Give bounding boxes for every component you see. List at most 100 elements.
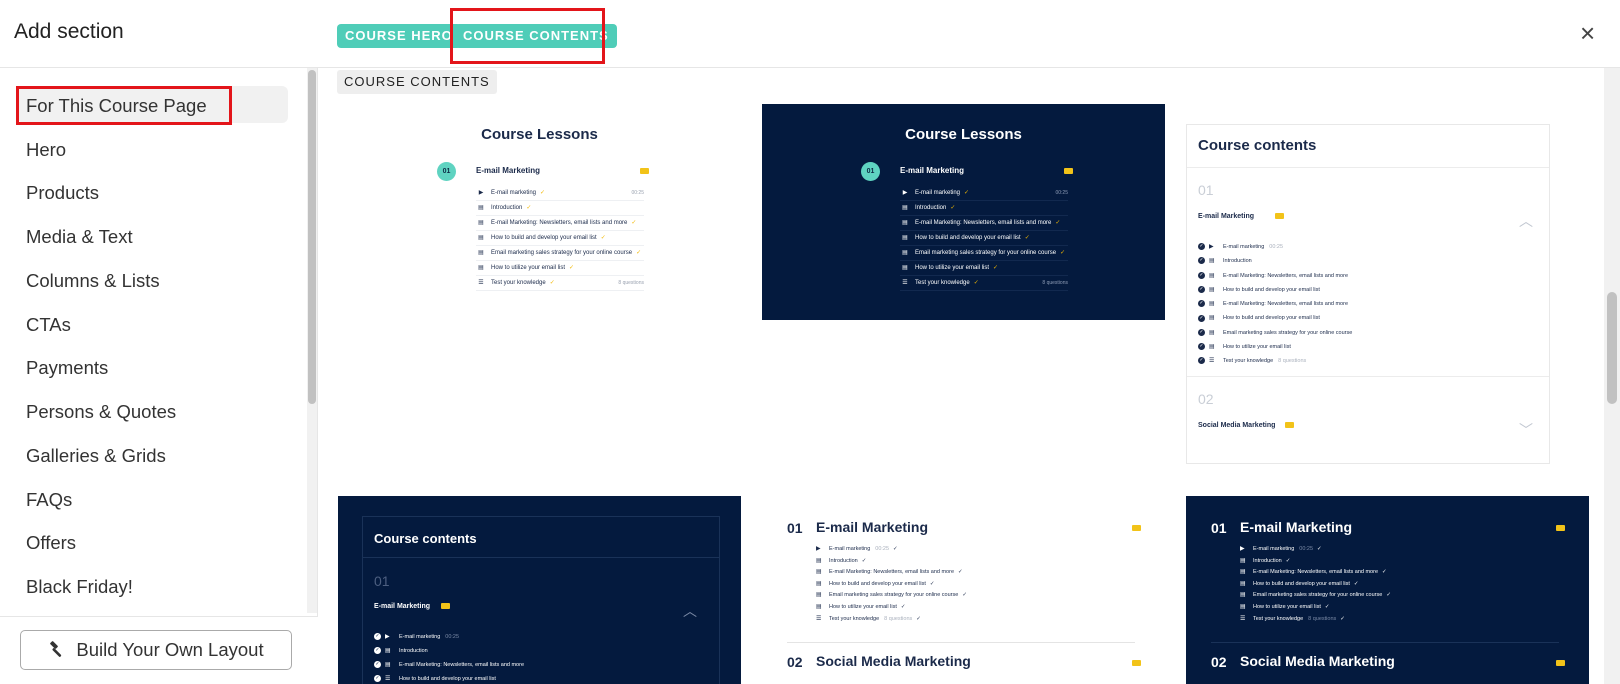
main-scrollbar-thumb[interactable] — [1607, 292, 1617, 404]
book-icon: ▤ — [1209, 315, 1215, 322]
sidebar-item-galleries-grids[interactable]: Galleries & Grids — [26, 445, 166, 467]
sidebar-item-payments[interactable]: Payments — [26, 357, 108, 379]
book-icon: ▤ — [902, 205, 908, 211]
check-icon: ✓ — [1386, 592, 1391, 599]
card1-module-title: E-mail Marketing — [476, 166, 541, 175]
check-circle-icon: ✓ — [1198, 300, 1205, 308]
card4-lesson-text: How to build and develop your email list — [399, 676, 496, 682]
play-icon: ▶ — [816, 546, 821, 552]
card3-divider-2 — [1187, 376, 1549, 377]
card2-lesson-text: Email marketing sales strategy for your … — [915, 250, 1057, 256]
card3-free-tag — [1275, 213, 1284, 219]
chevron-up-icon[interactable]: ︿ — [1519, 211, 1533, 231]
check-circle-icon: ✓ — [1198, 243, 1205, 251]
card6-lesson-row: ▤ How to utilize your email list ✓ — [1240, 602, 1540, 614]
card1-lesson-text: How to build and develop your email list — [491, 235, 597, 241]
card3-lesson-text: Test your knowledge — [1223, 358, 1274, 365]
card2-number-badge: 01 — [861, 162, 880, 181]
sidebar-item-products[interactable]: Products — [26, 182, 99, 204]
chevron-down-icon[interactable]: ﹀ — [1519, 420, 1533, 440]
book-icon: ▤ — [1240, 569, 1246, 576]
check-icon: ✓ — [1382, 569, 1387, 576]
close-icon[interactable]: × — [1580, 18, 1595, 48]
sidebar-item-hero[interactable]: Hero — [26, 139, 66, 161]
card3-module2-title: Social Media Marketing — [1198, 422, 1276, 429]
check-icon: ✓ — [973, 280, 979, 286]
template-card-5[interactable]: 01 E-mail Marketing ▶ E-mail marketing 00:… — [762, 496, 1165, 684]
card5-heading-2: Social Media Marketing — [816, 653, 971, 669]
card3-lesson-row: ✓ ☰ Test your knowledge 8 questions — [1198, 354, 1518, 368]
chevron-up-icon[interactable]: ︿ — [683, 601, 697, 621]
card1-lesson-text: E-mail marketing — [491, 190, 537, 196]
card6-heading-1: E-mail Marketing — [1240, 519, 1353, 535]
template-card-1[interactable]: Course Lessons 01 E-mail Marketing ▶ E-ma… — [338, 104, 741, 320]
list-icon: ☰ — [1209, 358, 1215, 365]
sidebar-item-media-text[interactable]: Media & Text — [26, 226, 133, 248]
book-icon: ▤ — [1209, 344, 1215, 351]
card6-lesson-list: ▶ E-mail marketing 00:25 ✓ ▤ Introduction ✓ ▤ E-… — [1240, 544, 1540, 625]
build-button-label: Build Your Own Layout — [76, 639, 264, 660]
card1-lesson-text: How to utilize your email list — [491, 265, 566, 271]
sidebar-item-columns-lists[interactable]: Columns & Lists — [26, 270, 160, 292]
card6-lesson-text: E-mail Marketing: Newsletters, email lis… — [1253, 569, 1379, 576]
check-circle-icon: ✓ — [1198, 357, 1205, 365]
template-card-2[interactable]: Course Lessons 01 E-mail Marketing ▶ E-ma… — [762, 104, 1165, 320]
check-circle-icon: ✓ — [1198, 271, 1205, 279]
card2-lesson-row: ▤ E-mail Marketing: Newsletters, email li… — [900, 216, 1068, 231]
sidebar-item-faqs[interactable]: FAQs — [26, 489, 72, 511]
card2-lesson-text: How to utilize your email list — [915, 265, 990, 271]
template-card-3[interactable]: Course contents 01 E-mail Marketing ︿ ✓ ▶… — [1186, 104, 1589, 484]
card2-row-divider — [900, 290, 1068, 291]
check-icon: ✓ — [1324, 603, 1330, 610]
sidebar-item-offers[interactable]: Offers — [26, 532, 76, 554]
card1-title: Course Lessons — [481, 126, 598, 143]
card2-lesson-text: E-mail Marketing: Newsletters, email lis… — [915, 220, 1052, 226]
card2-lesson-meta: 00:25 — [1055, 190, 1068, 196]
card6-lesson-meta: 00:25 — [1299, 546, 1314, 552]
check-circle-icon: ✓ — [1198, 314, 1205, 322]
check-circle-icon: ✓ — [1198, 257, 1205, 265]
book-icon: ▤ — [1240, 592, 1246, 599]
card2-lesson-row: ▤ Introduction ✓ — [900, 201, 1068, 216]
card5-lesson-row: ▤ Email marketing sales strategy for your… — [816, 590, 1116, 602]
card6-lesson-text: Introduction — [1253, 557, 1282, 564]
card6-lesson-row: ▤ E-mail Marketing: Newsletters, email li… — [1240, 567, 1540, 579]
card4-lesson-text: Introduction — [399, 648, 428, 654]
card6-lesson-row: ▤ Email marketing sales strategy for your… — [1240, 590, 1540, 602]
card6-lesson-text: How to build and develop your email list — [1253, 580, 1350, 587]
template-card-6[interactable]: 01 E-mail Marketing ▶ E-mail marketing 00:… — [1186, 496, 1589, 684]
card1-lesson-text: Introduction — [491, 205, 523, 211]
card2-lesson-meta: 8 questions — [1042, 280, 1068, 286]
build-your-own-layout-button[interactable]: Build Your Own Layout — [20, 630, 292, 670]
add-section-dialog: Add section COURSE HERO COURSE CONTENTS … — [0, 0, 1620, 684]
check-circle-icon: ✓ — [374, 661, 381, 669]
card5-lesson-text: E-mail Marketing: Newsletters, email lis… — [829, 569, 955, 576]
card4-lesson-meta: 00:25 — [445, 634, 460, 640]
card6-number-2: 02 — [1211, 654, 1227, 670]
card6-divider — [1211, 642, 1559, 643]
play-icon: ▶ — [902, 190, 908, 196]
card4-lesson-text: E-mail Marketing: Newsletters, email lis… — [399, 662, 525, 668]
sidebar-item-persons-quotes[interactable]: Persons & Quotes — [26, 401, 176, 423]
card5-lesson-row: ▤ How to build and develop your email lis… — [816, 579, 1116, 591]
card4-lesson-row: ✓ ▤ Introduction — [374, 644, 694, 658]
sidebar: For This Course Page Hero Products Media… — [0, 68, 318, 684]
card2-lesson-text: How to build and develop your email list — [915, 235, 1021, 241]
sidebar-item-ctas[interactable]: CTAs — [26, 314, 71, 336]
sidebar-item-black-friday[interactable]: Black Friday! — [26, 576, 133, 598]
sidebar-scrollbar-thumb[interactable] — [308, 70, 316, 404]
card6-lesson-text: Email marketing sales strategy for your … — [1253, 592, 1383, 599]
check-icon: ✓ — [1353, 580, 1359, 587]
card5-divider — [787, 642, 1135, 643]
card4-module-number: 01 — [374, 573, 390, 589]
tab-course-hero[interactable]: COURSE HERO — [337, 24, 461, 48]
card2-free-tag — [1064, 168, 1073, 174]
card3-free-tag-2 — [1285, 422, 1294, 428]
card6-lesson-text: How to utilize your email list — [1253, 603, 1321, 610]
template-card-4[interactable]: Course contents 01 E-mail Marketing ︿ ✓ ▶… — [338, 496, 741, 684]
highlight-box-tab — [450, 8, 605, 64]
card2-lesson-row: ▤ Email marketing sales strategy for your… — [900, 246, 1068, 261]
list-icon: ☰ — [478, 280, 484, 286]
card3-divider — [1187, 167, 1549, 168]
card2-lesson-row: ▶ E-mail marketing ✓ 00:25 — [900, 186, 1068, 201]
